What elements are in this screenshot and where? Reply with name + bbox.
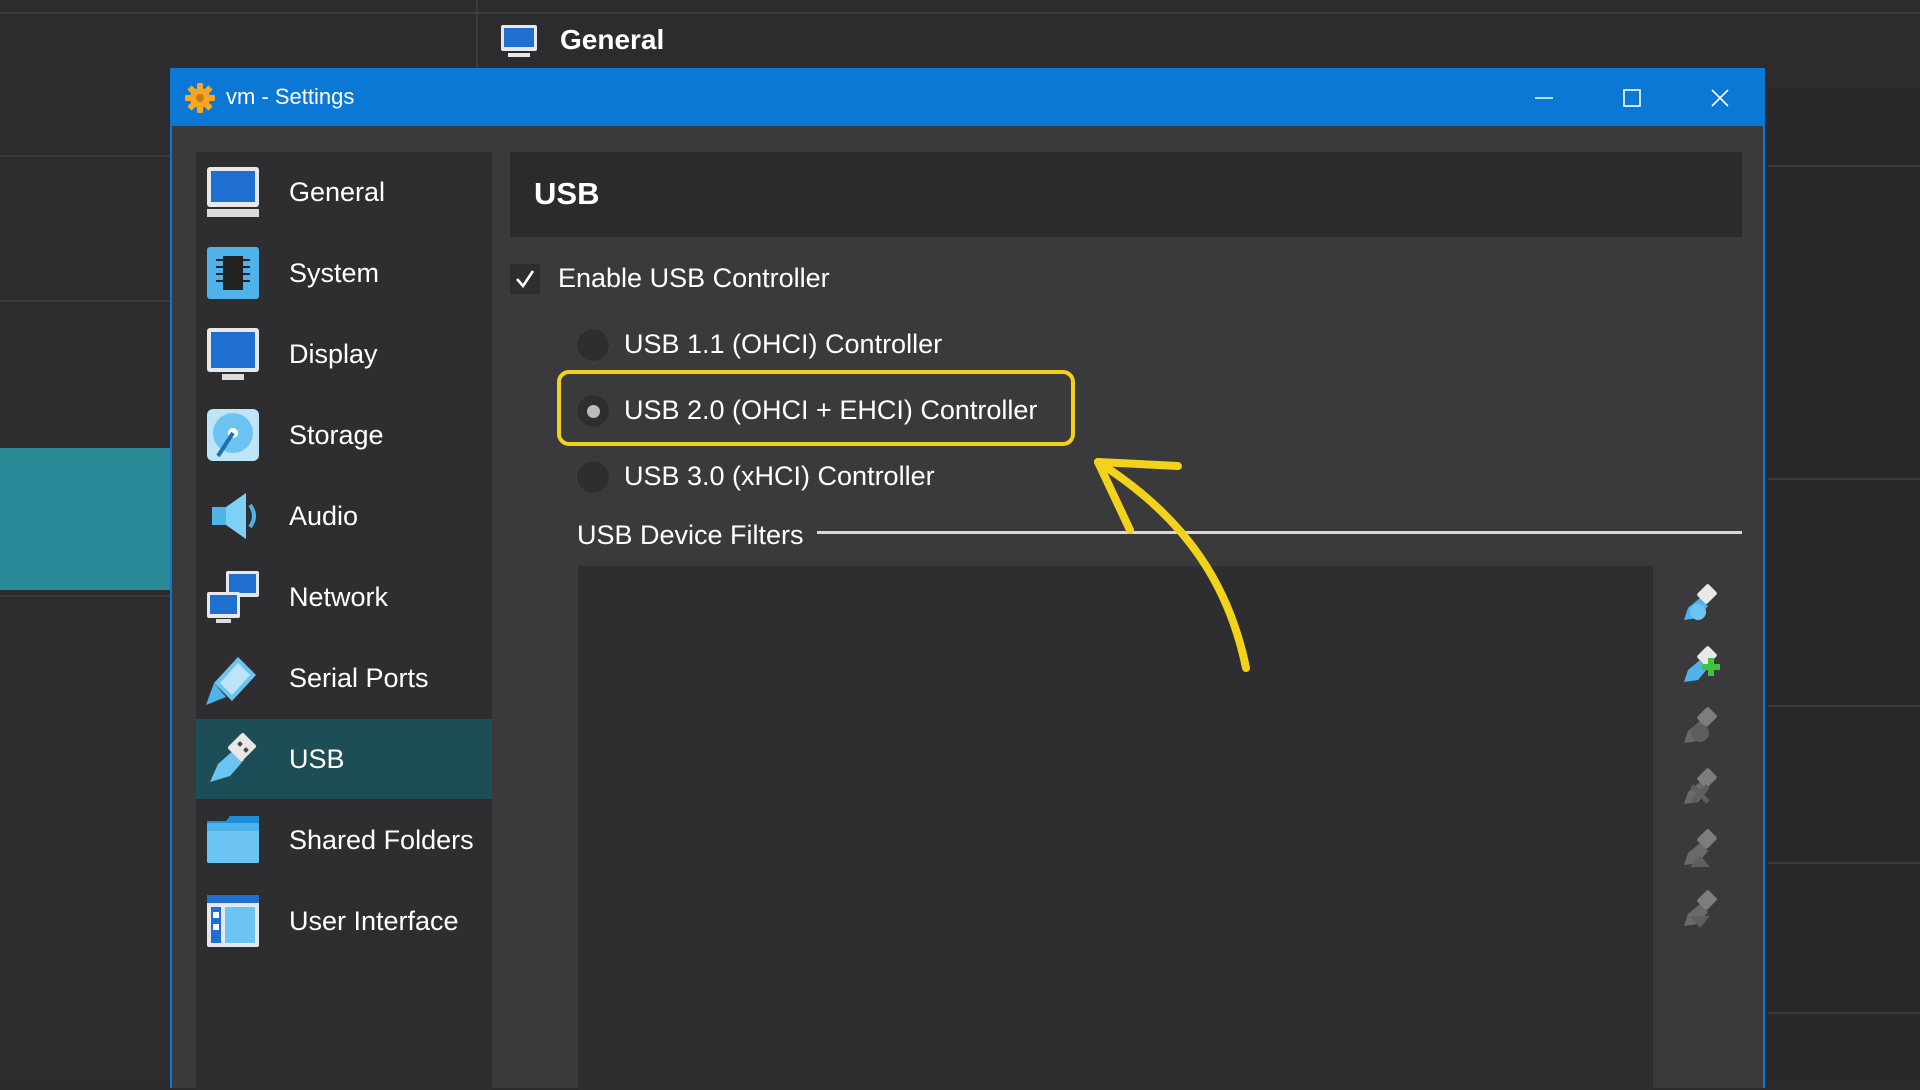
dialog-titlebar[interactable]: vm - Settings (172, 70, 1763, 126)
sidebar-item-display[interactable]: Display (196, 314, 492, 394)
checkmark-icon (516, 270, 535, 289)
edit-filter-icon (1684, 707, 1717, 743)
system-chip-icon (207, 247, 259, 299)
add-empty-filter-button[interactable] (1680, 582, 1722, 624)
serial-port-icon (206, 657, 256, 705)
general-monitor-icon (501, 25, 537, 57)
page-title: USB (534, 176, 600, 211)
sidebar-item-usb[interactable]: USB (196, 719, 492, 799)
close-icon (1711, 89, 1729, 107)
usb30-label: USB 3.0 (xHCI) Controller (624, 461, 935, 491)
sidebar-item-user-interface[interactable]: User Interface (196, 881, 492, 961)
sidebar-item-label: Storage (289, 419, 384, 450)
edit-filter-button[interactable] (1680, 705, 1722, 747)
minimize-button[interactable] (1514, 78, 1574, 118)
usb-device-filters-label: USB Device Filters (577, 520, 804, 550)
background-divider (1768, 1012, 1920, 1014)
add-empty-filter-icon (1684, 584, 1717, 620)
background-selected-row (0, 448, 172, 590)
audio-speaker-icon (212, 493, 256, 539)
maximize-button[interactable] (1602, 78, 1662, 118)
radio-button[interactable] (576, 328, 610, 362)
background-divider (478, 12, 1920, 14)
move-filter-down-icon (1684, 890, 1717, 928)
background-divider (1768, 862, 1920, 864)
move-filter-up-icon (1684, 829, 1717, 867)
settings-dialog: vm - Settings General System Display Sto… (170, 68, 1765, 1090)
sidebar-item-general[interactable]: General (196, 152, 492, 232)
close-button[interactable] (1690, 78, 1750, 118)
remove-filter-icon (1684, 768, 1717, 804)
radio-button[interactable] (576, 460, 610, 494)
background-divider (1768, 478, 1920, 480)
filters-separator (817, 531, 1742, 534)
sidebar-item-label: User Interface (289, 905, 459, 936)
remove-filter-button[interactable] (1680, 766, 1722, 808)
sidebar-item-label: Shared Folders (289, 824, 474, 855)
gear-icon (185, 83, 215, 113)
sidebar-item-network[interactable]: Network (196, 557, 492, 637)
minimize-icon (1535, 97, 1553, 99)
enable-usb-label: Enable USB Controller (558, 263, 830, 293)
settings-sidebar: General System Display Storage Audio Net… (196, 152, 492, 1090)
enable-usb-checkbox[interactable]: Enable USB Controller (510, 260, 910, 300)
background-right-pane (1768, 88, 1920, 1080)
usb-plug-icon (210, 732, 257, 782)
general-monitor-icon (207, 167, 259, 217)
sidebar-item-label: Audio (289, 500, 359, 531)
sidebar-item-label: System (289, 257, 380, 288)
sidebar-item-label: Network (289, 581, 389, 612)
sidebar-item-label: Serial Ports (289, 662, 429, 693)
background-divider (1768, 705, 1920, 707)
display-monitor-icon (207, 328, 259, 380)
background-divider (0, 12, 476, 14)
sidebar-item-label: Display (289, 338, 378, 369)
usb11-label: USB 1.1 (OHCI) Controller (624, 329, 943, 359)
page-header: USB (510, 152, 1742, 237)
sidebar-item-system[interactable]: System (196, 233, 492, 313)
sidebar-item-label: USB (289, 743, 345, 774)
folder-icon (207, 816, 259, 863)
sidebar-item-shared-folders[interactable]: Shared Folders (196, 800, 492, 880)
sidebar-item-storage[interactable]: Storage (196, 395, 492, 475)
highlight-annotation (557, 370, 1075, 446)
dialog-title: vm - Settings (226, 84, 355, 109)
storage-disk-icon (207, 409, 259, 461)
user-interface-icon (207, 895, 259, 947)
network-monitors-icon (207, 571, 259, 623)
sidebar-item-audio[interactable]: Audio (196, 476, 492, 556)
usb30-radio[interactable]: USB 3.0 (xHCI) Controller (576, 458, 1096, 498)
background-divider (1768, 165, 1920, 167)
usb-filters-list[interactable] (578, 566, 1653, 1090)
usb11-radio[interactable]: USB 1.1 (OHCI) Controller (576, 326, 1096, 366)
add-filter-from-device-icon (1684, 646, 1720, 682)
move-filter-down-button[interactable] (1680, 888, 1722, 930)
maximize-icon (1623, 89, 1641, 107)
sidebar-item-label: General (289, 176, 386, 207)
checkbox[interactable] (510, 264, 540, 294)
background-header-title: General (560, 24, 665, 55)
move-filter-up-button[interactable] (1680, 827, 1722, 869)
add-filter-from-device-button[interactable] (1680, 644, 1722, 686)
sidebar-item-serial-ports[interactable]: Serial Ports (196, 638, 492, 718)
